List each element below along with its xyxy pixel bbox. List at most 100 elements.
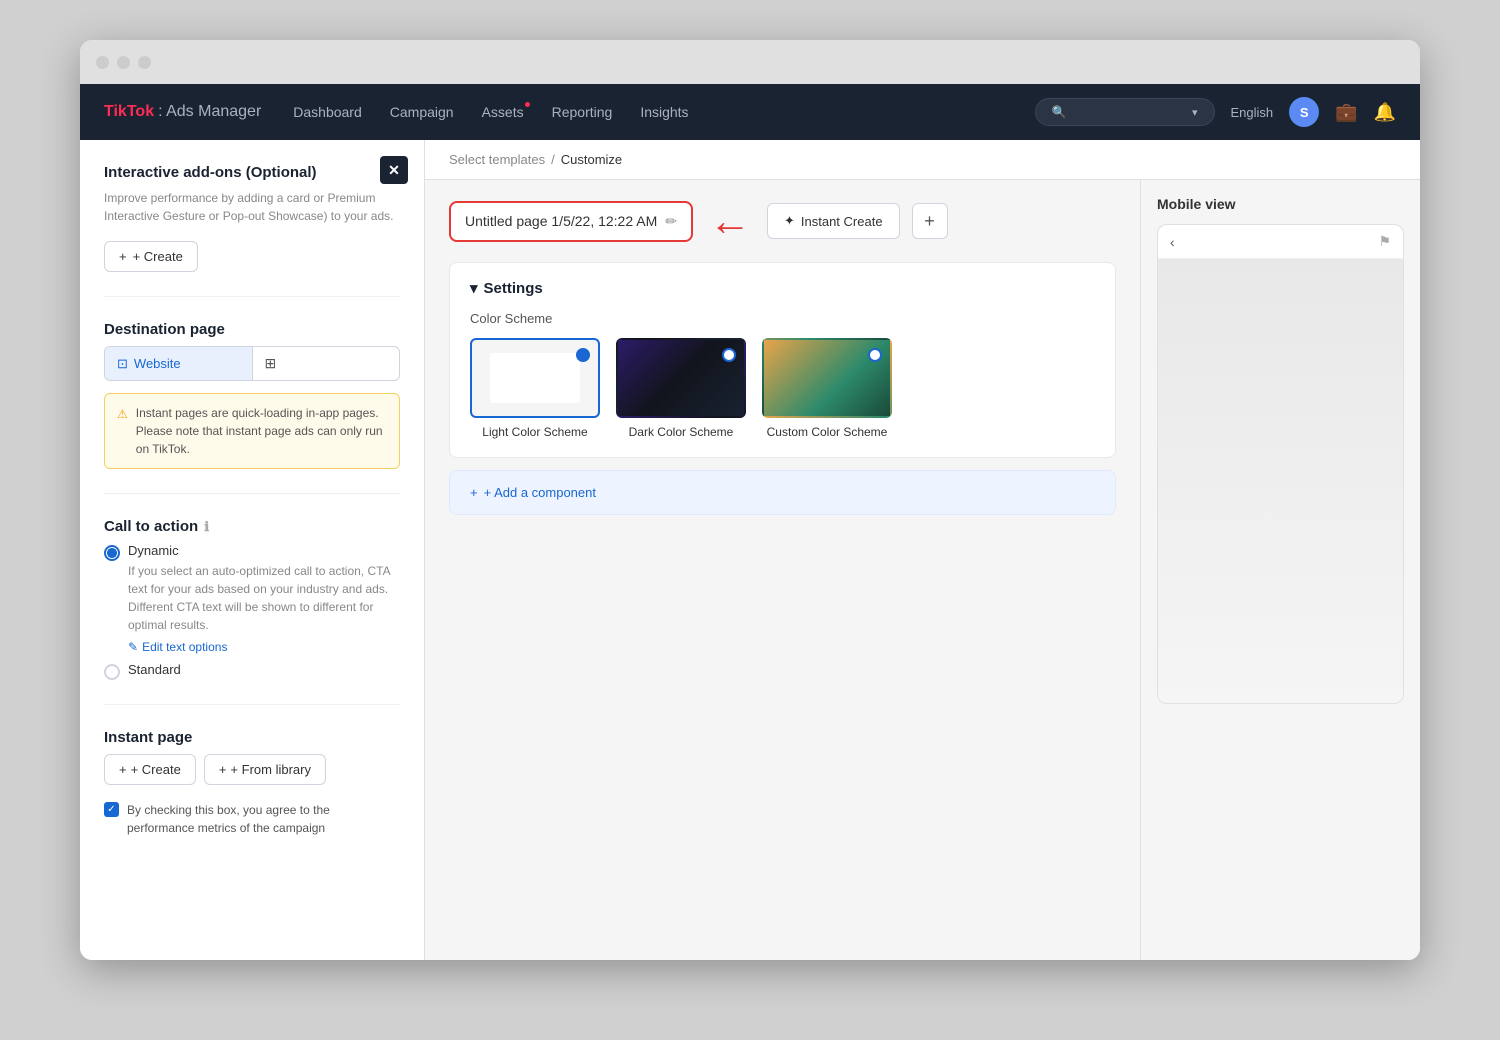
mobile-preview-panel: Mobile view ‹ ⚑ bbox=[1140, 180, 1420, 960]
addons-create-button[interactable]: + + Create bbox=[104, 241, 198, 272]
search-dropdown-icon: ▾ bbox=[1192, 106, 1198, 119]
destination-page-title: Destination page bbox=[104, 321, 400, 338]
dynamic-content: Dynamic If you select an auto-optimized … bbox=[128, 543, 400, 654]
light-preview-inner bbox=[490, 353, 580, 403]
nav-reporting[interactable]: Reporting bbox=[552, 104, 613, 120]
left-panel: ✕ Interactive add-ons (Optional) Improve… bbox=[80, 140, 425, 960]
close-button[interactable]: ✕ bbox=[380, 156, 408, 184]
create-label: + Create bbox=[133, 249, 183, 264]
edit-page-name-icon[interactable]: ✏ bbox=[665, 213, 677, 230]
instant-create-button[interactable]: ✦ Instant Create bbox=[767, 203, 900, 239]
light-scheme-dot bbox=[576, 348, 590, 362]
divider-1 bbox=[104, 296, 400, 297]
breadcrumb-separator: / bbox=[551, 152, 555, 167]
language-selector[interactable]: English bbox=[1231, 105, 1274, 120]
global-search[interactable]: 🔍 ▾ bbox=[1035, 98, 1215, 126]
nav-right: 🔍 ▾ English S 💼 🔔 bbox=[1035, 97, 1396, 127]
agreement-checkbox[interactable]: ✓ bbox=[104, 802, 119, 817]
main-area: ✕ Interactive add-ons (Optional) Improve… bbox=[80, 140, 1420, 960]
wand-icon: ✦ bbox=[784, 213, 795, 229]
breadcrumb-part1[interactable]: Select templates bbox=[449, 152, 545, 167]
add-component-button[interactable]: + + Add a component bbox=[449, 470, 1116, 515]
content-area: Untitled page 1/5/22, 12:22 AM ✏ ← ✦ Ins… bbox=[425, 180, 1420, 960]
dark-scheme-card[interactable]: Dark Color Scheme bbox=[616, 338, 746, 441]
light-scheme-name: Light Color Scheme bbox=[470, 424, 600, 441]
dark-scheme-name: Dark Color Scheme bbox=[616, 424, 746, 441]
nav-links: Dashboard Campaign Assets Reporting Insi… bbox=[293, 104, 1002, 120]
website-option[interactable]: ⊡ Website bbox=[105, 347, 253, 380]
destination-page-section: Destination page ⊡ Website ⊞ ⚠ Instant p… bbox=[104, 321, 400, 469]
info-text: Instant pages are quick-loading in-app p… bbox=[136, 404, 387, 458]
right-panel: Select templates / Customize Untitled pa… bbox=[425, 140, 1420, 960]
add-component-label: + Add a component bbox=[484, 485, 596, 500]
agreement-text: By checking this box, you agree to the p… bbox=[127, 801, 400, 837]
instant-page-info: ⚠ Instant pages are quick-loading in-app… bbox=[104, 393, 400, 469]
editor-panel: Untitled page 1/5/22, 12:22 AM ✏ ← ✦ Ins… bbox=[425, 180, 1140, 960]
website-label: Website bbox=[134, 356, 181, 371]
page-name-text: Untitled page 1/5/22, 12:22 AM bbox=[465, 213, 657, 229]
traffic-light-minimize[interactable] bbox=[117, 56, 130, 69]
from-library-button[interactable]: + + From library bbox=[204, 754, 326, 785]
mobile-view-title: Mobile view bbox=[1157, 196, 1404, 212]
standard-option[interactable]: Standard bbox=[104, 662, 400, 680]
monitor-icon: ⊡ bbox=[117, 356, 128, 372]
instant-page-title: Instant page bbox=[104, 729, 400, 746]
modal-overlay: Select templates / Customize Untitled pa… bbox=[425, 140, 1420, 960]
page-name-box[interactable]: Untitled page 1/5/22, 12:22 AM ✏ bbox=[449, 201, 693, 242]
light-scheme-card[interactable]: Light Color Scheme bbox=[470, 338, 600, 441]
info-icon: ⚠ bbox=[117, 405, 128, 458]
plus-icon: + bbox=[119, 249, 127, 264]
breadcrumb: Select templates / Customize bbox=[425, 140, 1420, 180]
phone-topbar: ‹ ⚑ bbox=[1158, 225, 1403, 259]
bell-icon[interactable]: 🔔 bbox=[1374, 102, 1396, 123]
light-scheme-preview bbox=[470, 338, 600, 418]
brand-tiktok: TikTok bbox=[104, 103, 154, 121]
divider-2 bbox=[104, 493, 400, 494]
navbar: TikTok : Ads Manager Dashboard Campaign … bbox=[80, 84, 1420, 140]
standard-radio[interactable] bbox=[104, 664, 120, 680]
custom-scheme-card[interactable]: Custom Color Scheme bbox=[762, 338, 892, 441]
dynamic-radio[interactable] bbox=[104, 545, 120, 561]
instant-page-option[interactable]: ⊞ bbox=[253, 347, 400, 380]
traffic-light-maximize[interactable] bbox=[138, 56, 151, 69]
divider-3 bbox=[104, 704, 400, 705]
phone-flag-icon: ⚑ bbox=[1378, 233, 1391, 250]
destination-options: ⊡ Website ⊞ bbox=[104, 346, 400, 381]
phone-content bbox=[1158, 259, 1403, 703]
settings-section: ▾ Settings Color Scheme bbox=[449, 262, 1116, 458]
briefcase-icon[interactable]: 💼 bbox=[1335, 102, 1357, 123]
dynamic-desc: If you select an auto-optimized call to … bbox=[128, 562, 400, 634]
add-component-plus-icon: + bbox=[470, 485, 478, 500]
app-window: TikTok : Ads Manager Dashboard Campaign … bbox=[80, 40, 1420, 960]
dark-scheme-dot bbox=[722, 348, 736, 362]
dynamic-option[interactable]: Dynamic If you select an auto-optimized … bbox=[104, 543, 400, 654]
nav-campaign[interactable]: Campaign bbox=[390, 104, 454, 120]
phone-frame: ‹ ⚑ bbox=[1157, 224, 1404, 704]
phone-back-icon[interactable]: ‹ bbox=[1170, 234, 1175, 250]
page-name-row: Untitled page 1/5/22, 12:22 AM ✏ ← ✦ Ins… bbox=[449, 200, 1116, 242]
brand-ads-manager: : Ads Manager bbox=[158, 103, 261, 121]
instant-page-create-button[interactable]: + + Create bbox=[104, 754, 196, 785]
nav-assets[interactable]: Assets bbox=[482, 104, 524, 120]
nav-insights[interactable]: Insights bbox=[640, 104, 688, 120]
nav-dashboard[interactable]: Dashboard bbox=[293, 104, 362, 120]
red-arrow: ← bbox=[709, 200, 751, 242]
plus-create-icon: + bbox=[119, 762, 127, 777]
cta-radio-group: Dynamic If you select an auto-optimized … bbox=[104, 543, 400, 680]
avatar[interactable]: S bbox=[1289, 97, 1319, 127]
pencil-icon: ✎ bbox=[128, 640, 138, 654]
breadcrumb-part2: Customize bbox=[561, 152, 622, 167]
grid-icon: ⊞ bbox=[265, 355, 277, 372]
settings-header[interactable]: ▾ Settings bbox=[470, 279, 1095, 297]
settings-label: Settings bbox=[484, 280, 543, 297]
custom-scheme-preview bbox=[762, 338, 892, 418]
plus-library-icon: + bbox=[219, 762, 227, 777]
chevron-down-icon: ▾ bbox=[470, 279, 478, 297]
standard-label: Standard bbox=[128, 662, 181, 677]
custom-scheme-name: Custom Color Scheme bbox=[762, 424, 892, 441]
add-page-button[interactable]: + bbox=[912, 203, 948, 239]
cta-title: Call to action ℹ bbox=[104, 518, 400, 535]
traffic-light-close[interactable] bbox=[96, 56, 109, 69]
edit-text-options-link[interactable]: ✎ Edit text options bbox=[128, 640, 400, 654]
instant-page-buttons: + + Create + + From library bbox=[104, 754, 400, 785]
